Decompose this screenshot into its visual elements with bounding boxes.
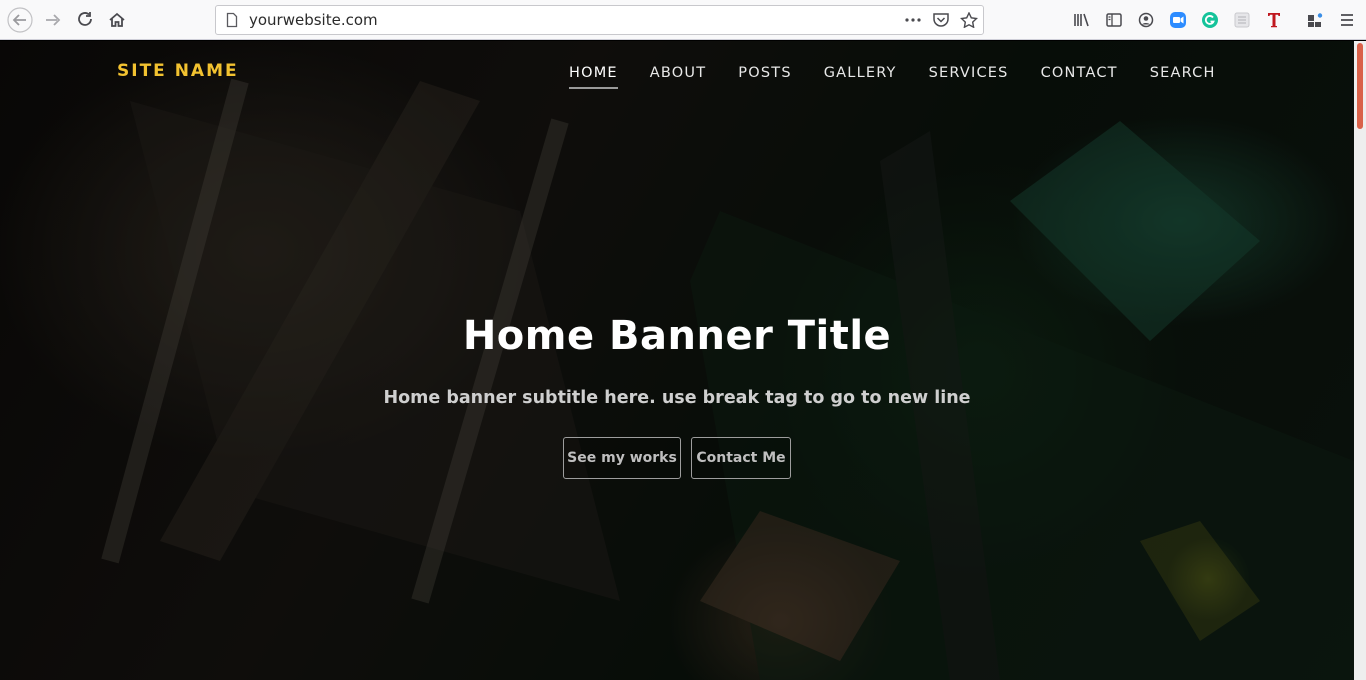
bookmark-star-icon[interactable] bbox=[959, 11, 979, 32]
pocket-icon[interactable] bbox=[932, 12, 950, 32]
browser-toolbar: yourwebsite.com bbox=[0, 0, 1366, 40]
see-my-works-button[interactable]: See my works bbox=[563, 437, 681, 479]
scrollbar-thumb[interactable] bbox=[1357, 43, 1363, 129]
contact-me-button[interactable]: Contact Me bbox=[691, 437, 791, 479]
url-bar[interactable]: yourwebsite.com bbox=[215, 5, 984, 35]
menu-icon[interactable] bbox=[1333, 6, 1361, 34]
page-scrollbar[interactable] bbox=[1354, 41, 1366, 680]
url-text[interactable]: yourwebsite.com bbox=[249, 11, 378, 29]
back-icon[interactable] bbox=[6, 6, 34, 34]
reload-icon[interactable] bbox=[71, 6, 99, 34]
account-icon[interactable] bbox=[1132, 6, 1160, 34]
library-icon[interactable] bbox=[1068, 6, 1096, 34]
home-icon[interactable] bbox=[103, 6, 131, 34]
forward-icon[interactable] bbox=[39, 6, 67, 34]
zoom-extension-icon[interactable] bbox=[1164, 6, 1192, 34]
page-icon bbox=[224, 12, 240, 32]
hero-title: Home Banner Title bbox=[462, 313, 892, 359]
sidebar-icon[interactable] bbox=[1100, 6, 1128, 34]
hero-banner: Home Banner Title Home banner subtitle h… bbox=[0, 41, 1354, 680]
extensions-puzzle-icon[interactable] bbox=[1301, 6, 1329, 34]
extension-icon[interactable] bbox=[1228, 6, 1256, 34]
hero-subtitle: Home banner subtitle here. use break tag… bbox=[383, 388, 971, 408]
grammarly-extension-icon[interactable] bbox=[1196, 6, 1224, 34]
web-page: SITE NAME HOME ABOUT POSTS GALLERY SERVI… bbox=[0, 41, 1354, 680]
more-actions-icon[interactable] bbox=[904, 12, 922, 32]
t-extension-icon[interactable] bbox=[1260, 6, 1288, 34]
